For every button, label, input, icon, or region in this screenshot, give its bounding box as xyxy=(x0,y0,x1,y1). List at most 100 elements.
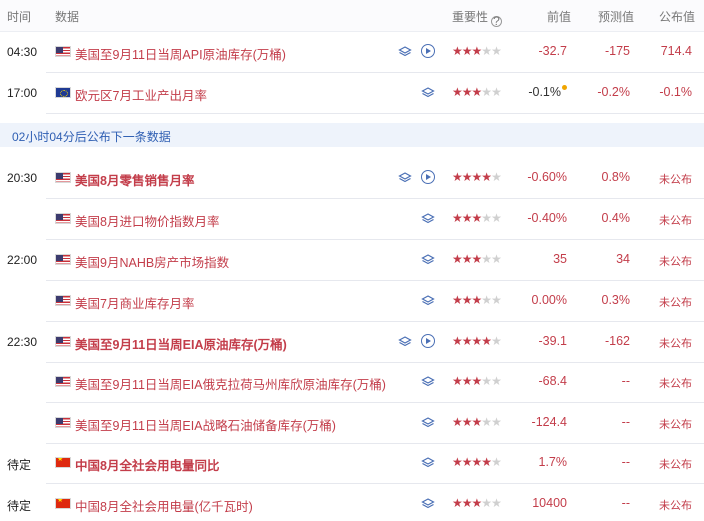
actual-value: 未公布 xyxy=(659,378,692,390)
layers-icon[interactable] xyxy=(421,375,435,389)
event-name-link[interactable]: 美国8月进口物价指数月率 xyxy=(75,211,219,230)
event-name-link[interactable]: 中国8月全社会用电量(亿千瓦时) xyxy=(75,496,253,515)
star-icon: ★ xyxy=(481,211,492,225)
event-name-link[interactable]: 美国8月零售销售月率 xyxy=(75,170,194,189)
star-icon: ★ xyxy=(491,252,502,266)
star-icon: ★ xyxy=(452,211,463,225)
star-icon: ★ xyxy=(471,334,483,348)
layers-icon[interactable] xyxy=(421,294,435,308)
table-row[interactable]: 中国8月全社会用电量(亿千瓦时)★★★★★10400--未公布 xyxy=(46,484,704,521)
table-row[interactable]: 美国8月零售销售月率 ★★★★★ -0.60% 0.8% 未公布 xyxy=(46,158,704,199)
event-time: 20:30 xyxy=(7,171,38,185)
table-row[interactable]: 欧元区7月工业产出月率 ★★★★★ -0.1% -0.2% -0.1% xyxy=(46,73,704,114)
layers-icon[interactable] xyxy=(421,212,435,226)
table-row[interactable]: 美国9月NAHB房产市场指数 ★★★★★ 35 34 未公布 xyxy=(46,240,704,281)
help-icon[interactable]: ? xyxy=(491,15,503,27)
play-icon[interactable] xyxy=(421,44,435,58)
header-actual: 公布值 xyxy=(659,10,696,24)
star-icon: ★ xyxy=(452,455,463,469)
star-icon: ★ xyxy=(452,252,463,266)
importance-stars: ★★★★★ xyxy=(452,85,502,99)
star-icon: ★ xyxy=(452,334,463,348)
play-icon[interactable] xyxy=(421,334,435,348)
previous-value: -68.4 xyxy=(538,374,568,388)
actual-value: 未公布 xyxy=(659,459,692,471)
star-icon: ★ xyxy=(461,211,473,225)
layers-icon[interactable] xyxy=(398,45,412,59)
star-icon: ★ xyxy=(471,85,483,99)
importance-stars: ★★★★★ xyxy=(452,334,502,348)
layers-icon[interactable] xyxy=(421,416,435,430)
forecast-value: -- xyxy=(621,374,630,388)
star-icon: ★ xyxy=(481,334,492,348)
star-icon: ★ xyxy=(452,85,463,99)
previous-value: 1.7% xyxy=(538,455,568,469)
star-icon: ★ xyxy=(491,374,502,388)
star-icon: ★ xyxy=(471,211,483,225)
table-row[interactable]: 中国8月全社会用电量同比★★★★★1.7%--未公布 xyxy=(46,443,704,484)
us-flag-icon xyxy=(55,376,71,387)
table-row[interactable]: 美国至9月11日当周EIA俄克拉荷马州库欣原油库存(万桶) ★★★★★ -68.4-… xyxy=(46,362,704,403)
star-icon: ★ xyxy=(491,334,502,348)
play-icon[interactable] xyxy=(421,170,435,184)
banner-text: 02小时04分后公布下一条数据 xyxy=(12,130,171,144)
star-icon: ★ xyxy=(461,496,473,510)
layers-icon[interactable] xyxy=(421,497,435,511)
event-name-link[interactable]: 中国8月全社会用电量同比 xyxy=(75,455,219,474)
event-name-link[interactable]: 美国至9月11日当周EIA战略石油储备库存(万桶) xyxy=(75,415,336,434)
previous-value: 10400 xyxy=(532,496,567,510)
forecast-value: -- xyxy=(621,455,630,469)
star-icon: ★ xyxy=(481,293,492,307)
star-icon: ★ xyxy=(461,415,473,429)
next-release-banner: 02小时04分后公布下一条数据 xyxy=(0,123,704,147)
star-icon: ★ xyxy=(491,455,502,469)
star-icon: ★ xyxy=(471,252,483,266)
header-previous: 前值 xyxy=(547,10,572,24)
star-icon: ★ xyxy=(481,252,492,266)
event-name-link[interactable]: 美国至9月11日当周API原油库存(万桶) xyxy=(75,44,286,63)
event-name-link[interactable]: 欧元区7月工业产出月率 xyxy=(75,85,207,104)
star-icon: ★ xyxy=(471,293,483,307)
layers-icon[interactable] xyxy=(421,253,435,267)
forecast-value: -- xyxy=(621,415,630,429)
layers-icon[interactable] xyxy=(398,335,412,349)
event-time: 22:30 xyxy=(7,335,38,349)
star-icon: ★ xyxy=(461,293,473,307)
table-row[interactable]: 美国8月进口物价指数月率 ★★★★★ -0.40% 0.4% 未公布 xyxy=(46,199,704,240)
previous-value: -0.40% xyxy=(527,211,567,225)
table-row[interactable]: 美国至9月11日当周EIA战略石油储备库存(万桶) ★★★★★ -124.4 -- 未公… xyxy=(46,403,704,444)
previous-value: -39.1 xyxy=(538,334,568,348)
star-icon: ★ xyxy=(471,496,483,510)
actual-value: 未公布 xyxy=(659,500,692,512)
actual-value: 未公布 xyxy=(659,256,692,268)
table-row[interactable]: 美国7月商业库存月率 ★★★★★ 0.00% 0.3% 未公布 xyxy=(46,281,704,322)
star-icon: ★ xyxy=(481,85,492,99)
revised-dot-icon xyxy=(562,85,567,90)
previous-value: -124.4 xyxy=(531,415,567,429)
table-row[interactable]: 美国至9月11日当周API原油库存(万桶) ★★★★★ -32.7 -175 714.4 xyxy=(46,32,704,73)
table-row[interactable]: 美国至9月11日当周EIA原油库存(万桶) ★★★★★ -39.1 -162 未公布 xyxy=(46,322,704,363)
header-importance: 重要性? xyxy=(452,8,503,27)
event-name-link[interactable]: 美国至9月11日当周EIA俄克拉荷马州库欣原油库存(万桶) xyxy=(75,374,386,393)
star-icon: ★ xyxy=(471,374,483,388)
actual-value: 未公布 xyxy=(659,419,692,431)
layers-icon[interactable] xyxy=(421,86,435,100)
event-name-link[interactable]: 美国9月NAHB房产市场指数 xyxy=(75,252,229,271)
actual-value: 未公布 xyxy=(659,215,692,227)
us-flag-icon xyxy=(55,295,71,306)
star-icon: ★ xyxy=(461,455,473,469)
event-name-link[interactable]: 美国7月商业库存月率 xyxy=(75,293,194,312)
layers-icon[interactable] xyxy=(421,456,435,470)
star-icon: ★ xyxy=(461,85,473,99)
forecast-value: 34 xyxy=(616,252,630,266)
star-icon: ★ xyxy=(481,44,492,58)
previous-value: 35 xyxy=(553,252,567,266)
star-icon: ★ xyxy=(491,415,502,429)
event-name-link[interactable]: 美国至9月11日当周EIA原油库存(万桶) xyxy=(75,334,287,353)
star-icon: ★ xyxy=(491,170,502,184)
layers-icon[interactable] xyxy=(398,171,412,185)
previous-value: -32.7 xyxy=(538,44,568,58)
star-icon: ★ xyxy=(471,455,483,469)
china-flag-icon xyxy=(55,498,71,509)
importance-stars: ★★★★★ xyxy=(452,293,502,307)
